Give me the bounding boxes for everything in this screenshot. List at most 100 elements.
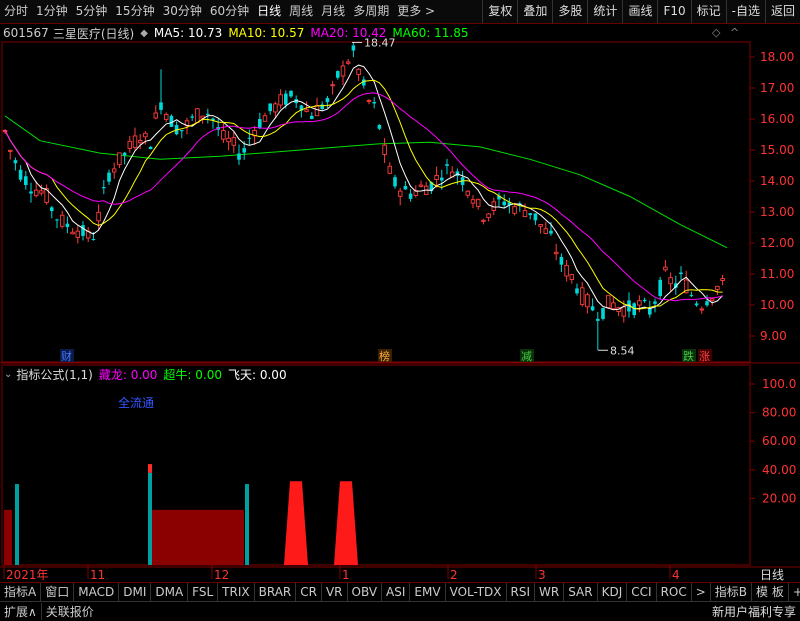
indicator-tab-8[interactable]: CR (296, 583, 322, 601)
candle-body (340, 65, 346, 77)
indicator-collapse-icon[interactable]: ⌄ (4, 369, 12, 380)
candle-body (75, 230, 81, 238)
date-axis-label: 11 (90, 568, 105, 582)
indicator-tab-22[interactable]: 模 板 (752, 583, 789, 601)
candle-body (59, 214, 65, 227)
candle-body (107, 172, 111, 182)
candle-body (180, 130, 184, 132)
candle-body (190, 116, 194, 118)
indicator-bar (148, 472, 152, 565)
indicator-tab-11[interactable]: ASI (382, 583, 411, 601)
indicator-tab-3[interactable]: DMI (119, 583, 152, 601)
candle-body (605, 295, 611, 309)
candle-body (699, 308, 705, 311)
candle-body (33, 189, 39, 197)
candle-body (403, 185, 408, 190)
candle-body (7, 149, 13, 152)
candle-body (694, 303, 699, 306)
indicator-tab-16[interactable]: SAR (564, 583, 598, 601)
price-axis-label: 17.00 (760, 81, 794, 95)
price-axis-label: 14.00 (760, 174, 794, 188)
candle-body (579, 287, 585, 305)
candle-body (653, 301, 657, 304)
indicator-tab-15[interactable]: WR (535, 583, 565, 601)
candle-body (528, 213, 532, 216)
indicator-tab-0[interactable]: 指标A (0, 583, 42, 601)
candle-body (393, 177, 397, 187)
indicator-tab-18[interactable]: CCI (627, 583, 657, 601)
indicator-tab-6[interactable]: TRIX (218, 583, 255, 601)
candle-body (351, 45, 356, 51)
candle-body (387, 165, 393, 174)
indicator-tab-23[interactable]: + (789, 583, 800, 601)
indicator-legend-1: 超牛: 0.00 (163, 367, 222, 382)
candle-body (231, 137, 237, 146)
price-axis-label: 16.00 (760, 112, 794, 126)
indicator-panel-frame (1, 364, 751, 566)
candle-body (143, 132, 148, 138)
candle-body (575, 288, 579, 294)
event-marker[interactable]: 榜 (379, 349, 390, 363)
ma60-line (4, 115, 728, 249)
indicator-tab-7[interactable]: BRAR (255, 583, 297, 601)
linked-quote-button[interactable]: 关联报价 (42, 603, 98, 620)
indicator-tab-9[interactable]: VR (322, 583, 348, 601)
candle-body (543, 228, 549, 234)
indicator-tab-1[interactable]: 窗口 (41, 583, 75, 601)
candle-body (522, 210, 528, 218)
candle-body (601, 307, 605, 319)
expand-button[interactable]: 扩展∧ (0, 603, 42, 620)
new-user-benefit-link[interactable]: 新用户福利专享 (708, 603, 800, 620)
candle-body (336, 71, 340, 78)
candle-body (440, 177, 444, 181)
price-panel-frame (1, 41, 751, 363)
indicator-tab-2[interactable]: MACD (74, 583, 120, 601)
indicator-bar (15, 484, 19, 565)
candle-body (689, 295, 694, 297)
date-axis-label: 12 (214, 568, 229, 582)
candle-body (715, 285, 720, 290)
event-marker[interactable]: 涨 (699, 350, 710, 363)
event-marker[interactable]: 减 (521, 350, 532, 363)
candle-body (330, 84, 335, 87)
indicator-tab-4[interactable]: DMA (151, 583, 189, 601)
event-marker[interactable]: 跌 (683, 349, 694, 363)
ma10-line (4, 79, 723, 310)
candle-body (345, 61, 351, 64)
candle-body (195, 108, 200, 123)
kline-chart[interactable]: 18.00 17.00 16.00 15.00 14.00 13.00 12.00 11.00… (0, 0, 800, 620)
indicator-tab-13[interactable]: VOL-TDX (446, 583, 507, 601)
indicator-tab-19[interactable]: ROC (657, 583, 692, 601)
indicator-block (150, 509, 244, 565)
candle-body (70, 231, 75, 235)
candle-body (96, 211, 101, 222)
indicator-tab-21[interactable]: 指标B (711, 583, 753, 601)
indicator-name[interactable]: 指标公式(1,1) (16, 366, 92, 383)
price-axis-label: 10.00 (760, 298, 794, 312)
candle-body (81, 225, 85, 236)
indicator-tab-5[interactable]: FSL (188, 583, 219, 601)
candle-body (242, 148, 246, 153)
candle-body (382, 144, 387, 155)
candle-body (705, 301, 709, 306)
candle-body (668, 277, 673, 285)
indicator-tab-17[interactable]: KDJ (598, 583, 628, 601)
candle-body (512, 206, 517, 214)
indicator-tab-14[interactable]: RSI (507, 583, 536, 601)
candle-body (637, 300, 642, 306)
candle-body (169, 115, 174, 127)
candle-body (148, 146, 153, 150)
candle-body (18, 169, 23, 180)
indicator-note: 全流通 (118, 396, 155, 410)
date-axis-label: 3 (538, 568, 546, 582)
indicator-tab-20[interactable]: > (692, 583, 711, 601)
event-marker[interactable]: 财 (61, 349, 72, 363)
candle-body (538, 224, 543, 227)
candle-body (377, 124, 382, 129)
candle-body (445, 164, 449, 166)
candle-body (111, 168, 117, 173)
date-axis-label: 2 (450, 568, 458, 582)
indicator-tab-12[interactable]: EMV (410, 583, 446, 601)
indicator-tab-10[interactable]: OBV (348, 583, 383, 601)
candle-body (621, 306, 627, 317)
